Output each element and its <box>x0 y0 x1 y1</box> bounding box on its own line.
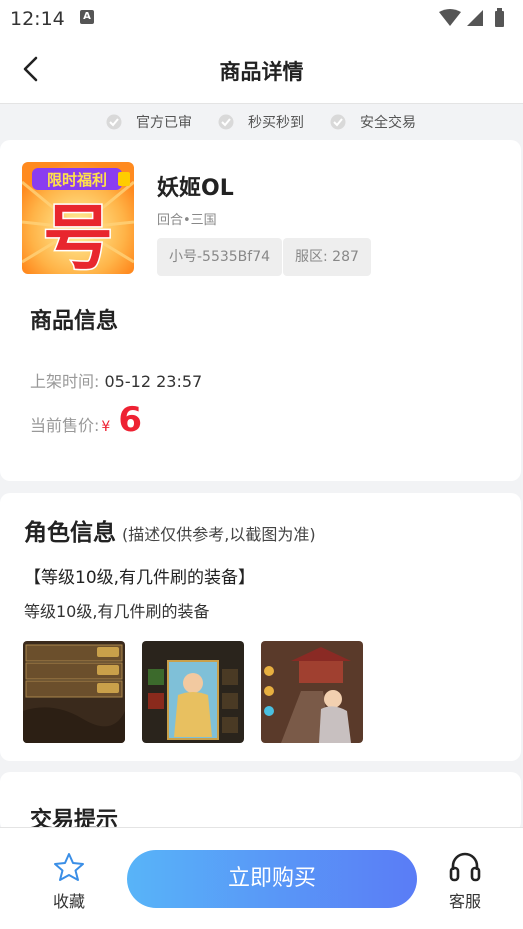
favorite-button[interactable]: 收藏 <box>48 852 90 912</box>
customer-service-button[interactable]: 客服 <box>444 850 486 912</box>
server-tag: 服区: 287 <box>283 238 371 276</box>
price-label: 当前售价: <box>30 416 100 435</box>
trust-badge-reviewed: 官方已审 <box>106 112 192 132</box>
trust-badge-instant: 秒买秒到 <box>218 112 304 132</box>
system-icons <box>439 8 504 27</box>
signal-icon <box>467 10 483 26</box>
check-circle-icon <box>218 114 234 130</box>
star-icon <box>54 853 84 881</box>
service-label: 客服 <box>448 892 481 911</box>
role-description: 等级10级,有几件刷的装备 <box>24 602 210 621</box>
currency-symbol: ¥ <box>101 419 111 435</box>
screenshot-thumbnail[interactable] <box>142 641 244 743</box>
bottom-bar: 收藏 立即购买 客服 <box>0 827 523 929</box>
status-time: 12:14 <box>10 8 65 30</box>
trade-tips-card: 交易提示 <box>0 772 521 832</box>
screenshot-thumbnail[interactable] <box>261 641 363 743</box>
product-card: 限时福利 号 妖姬OL 回合•三国 小号-5535Bf74 服区: 287 商品… <box>0 140 521 481</box>
listed-time-row: 上架时间: 05-12 23:57 <box>30 368 202 392</box>
check-circle-icon <box>106 114 122 130</box>
trust-badge-secure: 安全交易 <box>330 112 416 132</box>
battery-icon <box>495 11 504 27</box>
favorite-label: 收藏 <box>52 892 85 911</box>
account-tag: 小号-5535Bf74 <box>157 238 283 276</box>
headset-icon <box>449 852 481 882</box>
listed-time-value: 05-12 23:57 <box>104 372 203 391</box>
page-title: 商品详情 <box>219 60 304 84</box>
price-row: 当前售价: ¥ 6 <box>30 400 142 440</box>
role-info-title: 角色信息 (描述仅供参考,以截图为准) <box>24 513 316 547</box>
screenshot-thumbnail[interactable] <box>23 641 125 743</box>
trust-badges: 官方已审 秒买秒到 安全交易 <box>0 104 523 140</box>
trust-badge-label: 官方已审 <box>136 115 192 131</box>
product-info-title: 商品信息 <box>30 309 119 334</box>
status-bar: 12:14 A <box>0 0 523 36</box>
role-info-note: (描述仅供参考,以截图为准) <box>122 525 316 544</box>
check-circle-icon <box>330 114 346 130</box>
trust-badge-label: 秒买秒到 <box>248 115 304 131</box>
game-name: 妖姬OL <box>157 176 234 201</box>
role-info-heading: 角色信息 <box>24 520 116 546</box>
trust-badge-label: 安全交易 <box>360 115 416 131</box>
game-icon: 限时福利 号 <box>22 162 134 274</box>
role-headline: 【等级10级,有几件刷的装备】 <box>24 568 256 588</box>
game-icon-banner: 限时福利 <box>47 171 107 189</box>
role-info-card: 角色信息 (描述仅供参考,以截图为准) 【等级10级,有几件刷的装备】 等级10级… <box>0 493 521 761</box>
header-bar: 商品详情 <box>0 36 523 104</box>
price-value: 6 <box>118 400 142 440</box>
wifi-icon <box>439 9 461 26</box>
listed-time-label: 上架时间: <box>30 372 100 391</box>
buy-now-button[interactable]: 立即购买 <box>127 850 417 908</box>
game-type: 回合•三国 <box>157 213 217 228</box>
game-icon-char: 号 <box>43 197 113 274</box>
a-badge-icon: A <box>80 10 94 24</box>
